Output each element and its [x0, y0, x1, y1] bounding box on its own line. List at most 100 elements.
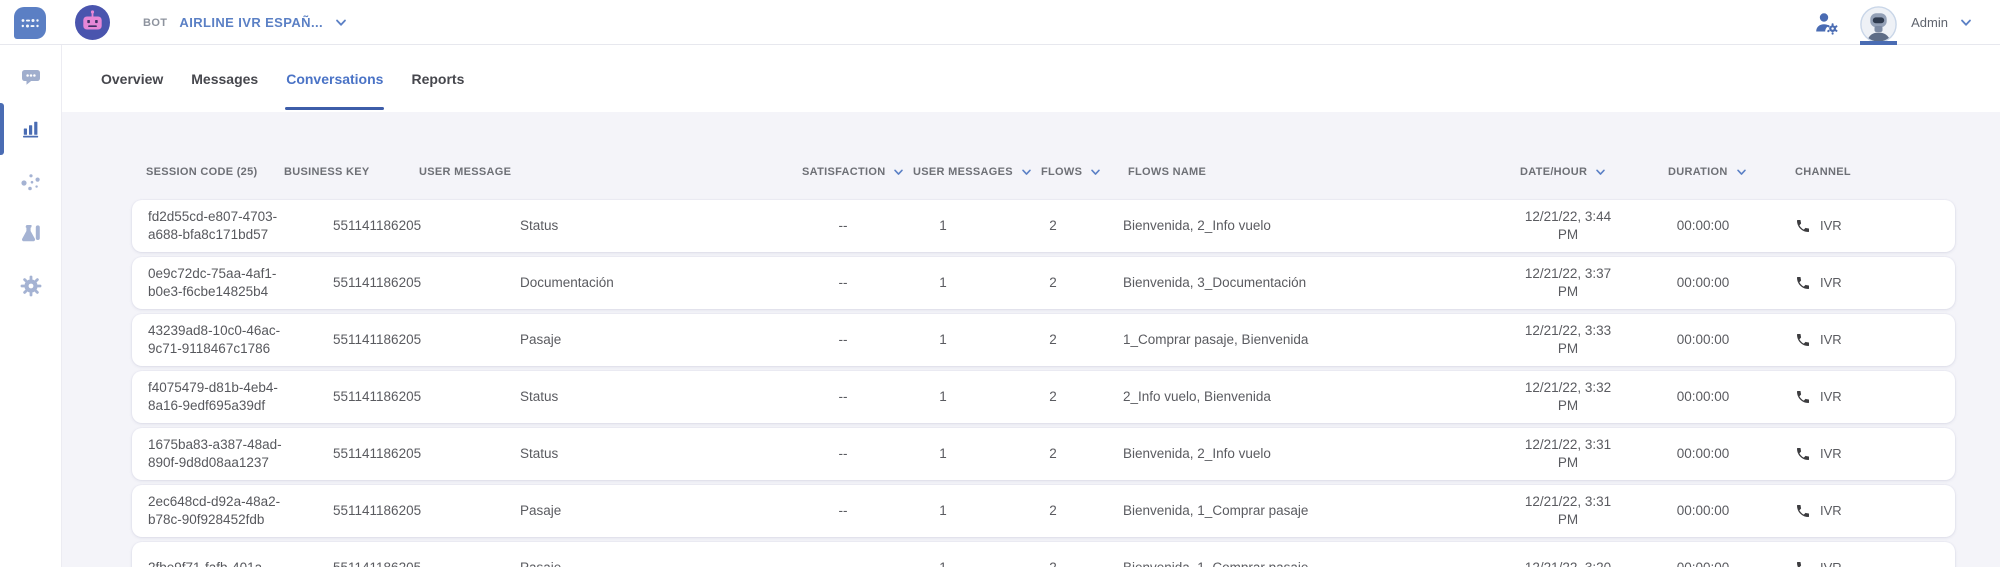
gear-icon — [19, 274, 43, 298]
table-row[interactable]: f4075479-d81b-4eb4-8a16-9edf695a39df 551… — [132, 371, 1955, 423]
chevron-down-icon — [1960, 19, 1972, 27]
cell-date-hour: 12/21/22, 3:32 PM — [1513, 379, 1623, 414]
cell-flows-name: Bienvenida, 2_Info vuelo — [1123, 217, 1513, 235]
cell-business-key: 551141186205 — [333, 445, 520, 463]
cell-user-message: Pasaje — [520, 559, 783, 567]
cell-flows-name: Bienvenida, 1_Comprar pasaje — [1123, 502, 1513, 520]
cell-flows-name: 1_Comprar pasaje, Bienvenida — [1123, 331, 1513, 349]
sidebar-item-settings[interactable] — [0, 260, 62, 312]
cell-session-code: 2fbe9f71-fafb-401a- — [148, 559, 306, 567]
cell-channel: IVR — [1783, 332, 1939, 349]
table-row[interactable]: 0e9c72dc-75aa-4af1-b0e3-f6cbe14825b4 551… — [132, 257, 1955, 309]
cell-business-key: 551141186205 — [333, 217, 520, 235]
admin-label: Admin — [1911, 15, 1948, 30]
table-row[interactable]: 1675ba83-a387-48ad-890f-9d8d08aa1237 551… — [132, 428, 1955, 480]
cell-duration: 00:00:00 — [1623, 445, 1783, 463]
chat-icon — [19, 65, 43, 89]
cell-satisfaction: -- — [783, 502, 903, 520]
channel-label: IVR — [1820, 275, 1842, 292]
bar-chart-icon — [19, 117, 43, 141]
cell-duration: 00:00:00 — [1623, 559, 1783, 567]
phone-icon — [1795, 503, 1811, 519]
cell-user-messages: 1 — [903, 559, 983, 567]
cell-duration: 00:00:00 — [1623, 502, 1783, 520]
column-header-satisfaction[interactable]: SATISFACTION — [802, 166, 913, 178]
column-header-user-messages[interactable]: USER MESSAGES — [913, 166, 1041, 178]
user-management-icon[interactable] — [1814, 10, 1840, 36]
tab-reports[interactable]: Reports — [410, 45, 465, 112]
cell-flows: 2 — [983, 217, 1123, 235]
cell-session-code: f4075479-d81b-4eb4-8a16-9edf695a39df — [148, 379, 306, 414]
sidebar-item-conversations[interactable] — [0, 51, 62, 103]
channel-label: IVR — [1820, 503, 1842, 520]
bot-type-label: BOT — [143, 17, 167, 29]
sidebar-item-analytics[interactable] — [0, 103, 62, 155]
phone-icon — [1795, 389, 1811, 405]
cell-business-key: 551141186205 — [333, 559, 520, 567]
cell-satisfaction: -- — [783, 559, 903, 567]
chevron-down-icon — [335, 19, 347, 27]
phone-icon — [1795, 218, 1811, 234]
tab-messages[interactable]: Messages — [190, 45, 259, 112]
table-row[interactable]: 2fbe9f71-fafb-401a- 551141186205 Pasaje … — [132, 542, 1955, 567]
cell-flows: 2 — [983, 274, 1123, 292]
table-row[interactable]: 43239ad8-10c0-46ac-9c71-9118467c1786 551… — [132, 314, 1955, 366]
scatter-icon — [19, 170, 43, 194]
topbar-right: Admin — [1814, 0, 1972, 45]
chevron-down-icon — [1736, 169, 1747, 176]
cell-user-message: Documentación — [520, 274, 783, 292]
cell-user-messages: 1 — [903, 331, 983, 349]
cell-date-hour: 12/21/22, 3:33 PM — [1513, 322, 1623, 357]
cell-flows-name: Bienvenida, 2_Info vuelo — [1123, 445, 1513, 463]
bot-avatar-icon — [75, 5, 110, 40]
tab-overview[interactable]: Overview — [100, 45, 164, 112]
cell-user-messages: 1 — [903, 445, 983, 463]
table-row[interactable]: fd2d55cd-e807-4703-a688-bfa8c171bd57 551… — [132, 200, 1955, 252]
cell-user-message: Status — [520, 388, 783, 406]
cell-user-message: Pasaje — [520, 502, 783, 520]
cell-date-hour: 12/21/22, 3:37 PM — [1513, 265, 1623, 300]
cell-satisfaction: -- — [783, 388, 903, 406]
cell-user-messages: 1 — [903, 388, 983, 406]
cell-user-message: Pasaje — [520, 331, 783, 349]
cell-session-code: fd2d55cd-e807-4703-a688-bfa8c171bd57 — [148, 208, 306, 243]
cell-business-key: 551141186205 — [333, 388, 520, 406]
admin-menu[interactable]: Admin — [1860, 0, 1972, 45]
channel-label: IVR — [1820, 332, 1842, 349]
cell-flows: 2 — [983, 388, 1123, 406]
chevron-down-icon — [1021, 169, 1032, 176]
cell-duration: 00:00:00 — [1623, 217, 1783, 235]
channel-label: IVR — [1820, 218, 1842, 235]
cell-session-code: 1675ba83-a387-48ad-890f-9d8d08aa1237 — [148, 436, 306, 471]
cell-user-messages: 1 — [903, 502, 983, 520]
chevron-down-icon — [1595, 169, 1606, 176]
app-window: BOT AIRLINE IVR ESPAÑ... — [0, 0, 2000, 567]
cell-channel: IVR — [1783, 446, 1939, 463]
tabs-bar: Overview Messages Conversations Reports — [62, 45, 2000, 112]
phone-icon — [1795, 332, 1811, 348]
cell-flows: 2 — [983, 331, 1123, 349]
column-header-flows-name: FLOWS NAME — [1128, 166, 1520, 178]
cell-flows-name: Bienvenida, 3_Documentación — [1123, 274, 1513, 292]
column-header-duration[interactable]: DURATION — [1668, 166, 1795, 178]
column-header-date-hour[interactable]: DATE/HOUR — [1520, 166, 1668, 178]
channel-label: IVR — [1820, 560, 1842, 567]
cell-satisfaction: -- — [783, 331, 903, 349]
chevron-down-icon — [893, 169, 904, 176]
sidebar-item-insights[interactable] — [0, 156, 62, 208]
tab-conversations[interactable]: Conversations — [285, 45, 384, 112]
cell-date-hour: 12/21/22, 3:31 PM — [1513, 436, 1623, 471]
cell-channel: IVR — [1783, 218, 1939, 235]
app-logo[interactable] — [14, 7, 46, 39]
cell-duration: 00:00:00 — [1623, 331, 1783, 349]
cell-flows-name: 2_Info vuelo, Bienvenida — [1123, 388, 1513, 406]
cell-duration: 00:00:00 — [1623, 274, 1783, 292]
bot-selector[interactable]: BOT AIRLINE IVR ESPAÑ... — [75, 0, 347, 45]
column-header-flows[interactable]: FLOWS — [1041, 166, 1128, 178]
lab-icon — [19, 222, 43, 246]
table-row[interactable]: 2ec648cd-d92a-48a2-b78c-90f928452fdb 551… — [132, 485, 1955, 537]
cell-satisfaction: -- — [783, 217, 903, 235]
sidebar-item-lab[interactable] — [0, 208, 62, 260]
cell-date-hour: 12/21/22, 3:20 — [1513, 559, 1623, 567]
cell-business-key: 551141186205 — [333, 274, 520, 292]
